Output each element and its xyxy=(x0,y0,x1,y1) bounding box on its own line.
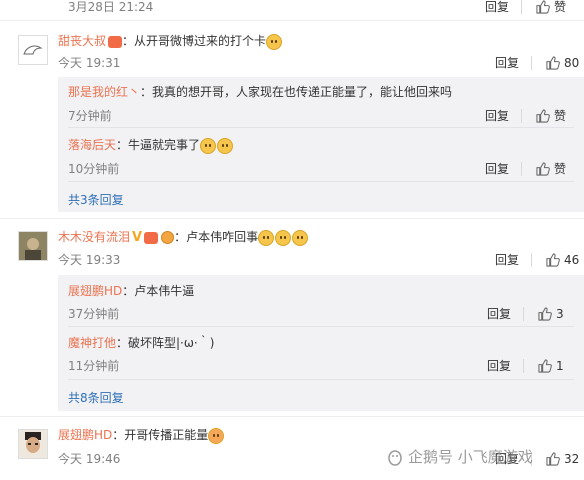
divider xyxy=(521,161,523,176)
comment-time: 今天 19:46 xyxy=(58,452,121,466)
comment-body: 展翅鹏HD：开哥传播正能量 xyxy=(58,426,225,444)
comment-body: 甜丧大叔 ：从开哥微博过来的打个卡 xyxy=(58,32,283,50)
thumbs-up-icon[interactable] xyxy=(536,161,550,176)
divider xyxy=(531,252,533,267)
reply-actions: 回复 3 xyxy=(487,305,564,322)
like-button[interactable]: 赞 xyxy=(554,107,566,124)
divider xyxy=(521,0,523,14)
reply-time: 7分钟前 xyxy=(68,109,112,123)
avatar[interactable] xyxy=(18,231,48,261)
like-count[interactable]: 3 xyxy=(556,307,564,321)
vip-badge-icon xyxy=(108,35,123,48)
comment-time: 3月28日 21:24 xyxy=(68,0,154,14)
thumbs-up-icon[interactable] xyxy=(538,358,552,373)
more-replies-link[interactable]: 共3条回复 xyxy=(68,191,124,208)
divider xyxy=(0,20,584,21)
verified-v-icon: V xyxy=(132,229,143,245)
thumbs-up-icon[interactable] xyxy=(538,306,552,321)
reply-time: 37分钟前 xyxy=(68,307,120,321)
watermark-text: 企鹅号 小飞魔游戏 xyxy=(408,448,533,466)
thumbs-up-icon[interactable] xyxy=(546,252,560,267)
divider xyxy=(0,416,584,417)
emoji-icon xyxy=(217,137,234,154)
reply-text: ：牛逼就完事了 xyxy=(116,138,201,152)
watermark: 企鹅号 小飞魔游戏 xyxy=(386,446,533,467)
divider xyxy=(0,218,584,219)
vip-badge-icon xyxy=(144,231,159,244)
reply-button[interactable]: 回复 xyxy=(485,107,509,124)
like-count[interactable]: 1 xyxy=(556,359,564,373)
reply-button[interactable]: 回复 xyxy=(487,305,511,322)
emoji-icon xyxy=(292,229,309,246)
medal-icon xyxy=(161,231,175,244)
emoji-icon xyxy=(275,229,292,246)
like-button[interactable]: 赞 xyxy=(554,0,566,15)
comment-text: ：开哥传播正能量 xyxy=(112,428,209,442)
divider xyxy=(68,379,574,380)
comment-time: 今天 19:33 xyxy=(58,253,121,267)
reply-button[interactable]: 回复 xyxy=(485,0,509,15)
comment-actions: 回复 46 xyxy=(495,251,579,268)
reply-text: ：破坏阵型|·ω·｀) xyxy=(116,336,215,350)
bird-avatar-icon xyxy=(23,45,43,55)
reply-time: 11分钟前 xyxy=(68,359,120,373)
reply-author[interactable]: 那是我的红丶 xyxy=(68,85,140,99)
reply-actions: 回复 赞 xyxy=(485,107,566,124)
comment-actions: 回复 80 xyxy=(495,54,579,71)
reply-actions: 回复 1 xyxy=(487,357,564,374)
face-avatar-icon xyxy=(19,430,47,458)
comment-author[interactable]: 木木没有流泪 xyxy=(58,230,130,244)
reply-text: ：我真的想开哥，人家现在也传递正能量了，能让他回来吗 xyxy=(140,85,453,99)
reply-button[interactable]: 回复 xyxy=(487,357,511,374)
thumbs-up-icon[interactable] xyxy=(536,108,550,123)
reply-body: 落海后天：牛逼就完事了 xyxy=(68,136,234,154)
reply-body: 魔神打他：破坏阵型|·ω·｀) xyxy=(68,334,214,352)
comment-body: 木木没有流泪 V ：卢本伟咋回事 xyxy=(58,228,309,247)
divider xyxy=(523,306,525,321)
emoji-icon xyxy=(208,427,225,444)
divider xyxy=(531,55,533,70)
comment-text: ：从开哥微博过来的打个卡 xyxy=(122,34,267,48)
thumbs-up-icon[interactable] xyxy=(546,451,560,466)
thumbs-up-icon[interactable] xyxy=(546,55,560,70)
comment-author[interactable]: 甜丧大叔 xyxy=(58,34,106,48)
divider xyxy=(68,181,574,182)
reply-actions: 回复 赞 xyxy=(485,160,566,177)
more-replies-link[interactable]: 共8条回复 xyxy=(68,389,124,406)
reply-author[interactable]: 落海后天 xyxy=(68,138,116,152)
like-count[interactable]: 32 xyxy=(564,452,579,466)
reply-button[interactable]: 回复 xyxy=(495,251,519,268)
thumbs-up-icon[interactable] xyxy=(536,0,550,14)
divider xyxy=(68,326,574,327)
reply-author[interactable]: 展翅鹏HD xyxy=(68,284,122,298)
like-count[interactable]: 80 xyxy=(564,56,579,70)
photo-avatar-icon xyxy=(19,232,47,260)
comment-text: ：卢本伟咋回事 xyxy=(174,230,259,244)
like-count[interactable]: 46 xyxy=(564,253,579,267)
divider xyxy=(521,108,523,123)
emoji-icon xyxy=(266,33,283,50)
penguin-logo-icon xyxy=(388,449,402,466)
divider xyxy=(523,358,525,373)
avatar[interactable] xyxy=(18,35,48,65)
comment-time: 今天 19:31 xyxy=(58,56,121,70)
reply-button[interactable]: 回复 xyxy=(485,160,509,177)
reply-body: 那是我的红丶：我真的想开哥，人家现在也传递正能量了，能让他回来吗 xyxy=(68,83,452,101)
reply-text: ：卢本伟牛逼 xyxy=(122,284,195,298)
reply-button[interactable]: 回复 xyxy=(495,54,519,71)
reply-author[interactable]: 魔神打他 xyxy=(68,336,116,350)
avatar[interactable] xyxy=(18,429,48,459)
emoji-icon xyxy=(200,137,217,154)
reply-body: 展翅鹏HD：卢本伟牛逼 xyxy=(68,282,194,300)
comment-author[interactable]: 展翅鹏HD xyxy=(58,428,112,442)
emoji-icon xyxy=(258,229,275,246)
divider xyxy=(68,127,574,128)
like-button[interactable]: 赞 xyxy=(554,160,566,177)
reply-time: 10分钟前 xyxy=(68,162,120,176)
comment-actions: 回复 赞 xyxy=(485,0,566,15)
